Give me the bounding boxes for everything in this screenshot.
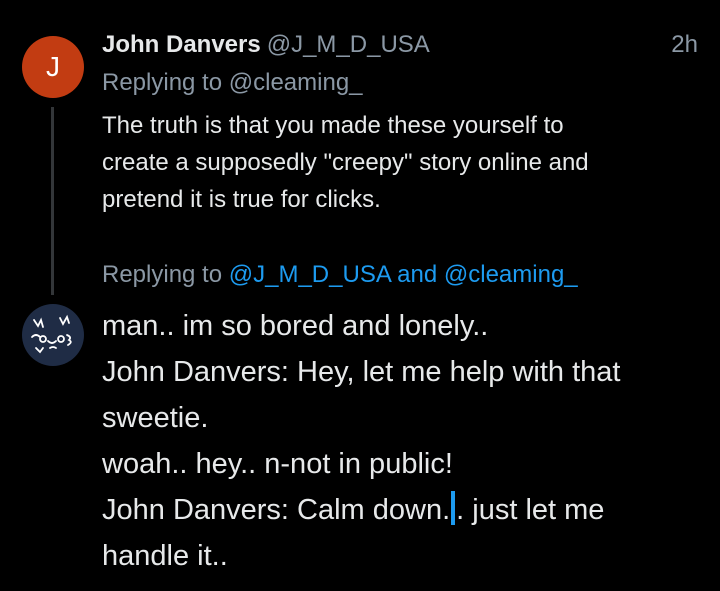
reply-tweet-text: man.. im so bored and lonely.. John Danv… (102, 303, 712, 579)
tweet-text-line: The truth is that you made these yoursel… (102, 112, 564, 139)
reply-replying-to-line: Replying to @J_M_D_USA and @cleaming_ (102, 258, 578, 292)
text-after-cursor: . just let me (456, 494, 605, 526)
tweet-text-line: John Danvers: Calm down.. just let me (102, 487, 712, 533)
tweet-text-line: pretend it is true for clicks. (102, 186, 381, 213)
tweet-header: John Danvers @J_M_D_USA (102, 28, 702, 62)
replying-to-label: Replying to (102, 69, 223, 96)
parent-tweet[interactable]: J John Danvers @J_M_D_USA 2h Replying to … (0, 0, 720, 295)
tweet-text-line: sweetie. (102, 402, 209, 434)
replying-to-handle[interactable]: @cleaming_ (229, 69, 363, 96)
thread-connector-line (51, 107, 54, 295)
tweet-text-line: create a supposedly "creepy" story onlin… (102, 149, 589, 176)
author-name[interactable]: John Danvers (102, 31, 261, 58)
replying-to-mentions[interactable]: @J_M_D_USA and @cleaming_ (229, 261, 578, 288)
avatar[interactable]: J (22, 36, 84, 98)
tweet-text-line: woah.. hey.. n-not in public! (102, 448, 453, 480)
tweet-timestamp[interactable]: 2h (671, 28, 698, 62)
tweet-text: The truth is that you made these yoursel… (102, 107, 702, 218)
text-cursor (451, 491, 456, 525)
tweet-text-line: handle it.. (102, 540, 228, 572)
replying-to-line: Replying to @cleaming_ (102, 66, 363, 100)
replying-to-label: Replying to (102, 261, 223, 288)
text-before-cursor: John Danvers: Calm down. (102, 494, 451, 526)
author-handle[interactable]: @J_M_D_USA (267, 31, 430, 58)
doodle-face-icon (31, 314, 72, 354)
tweet-text-line: man.. im so bored and lonely.. (102, 310, 489, 342)
tweet-text-line: John Danvers: Hey, let me help with that (102, 356, 621, 388)
avatar[interactable] (22, 304, 84, 366)
